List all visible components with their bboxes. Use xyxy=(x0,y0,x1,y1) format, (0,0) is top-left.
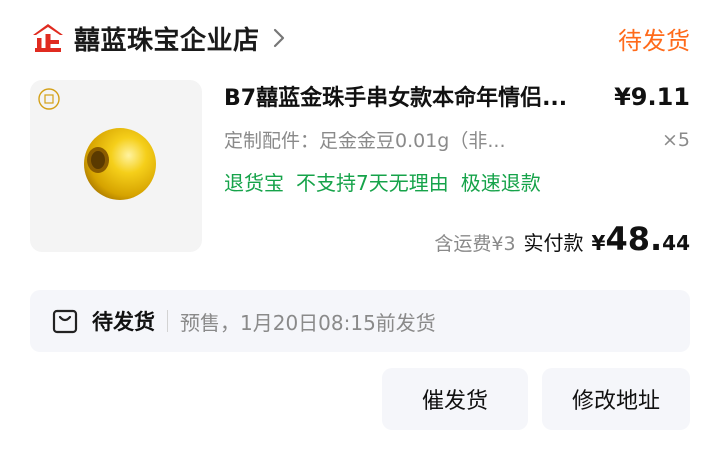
gold-bead-image xyxy=(84,128,156,200)
urge-shipping-button[interactable]: 催发货 xyxy=(382,368,528,430)
tag-return-insurance: 退货宝 xyxy=(224,171,284,195)
shipping-fee: 含运费¥3 xyxy=(434,233,516,255)
product-spec: 定制配件：足金金豆0.01g（非... xyxy=(224,130,506,152)
order-totals: 含运费¥3 实付款 ¥48.44 xyxy=(434,220,690,258)
paid-label: 实付款 xyxy=(523,231,584,255)
store-link[interactable]: 囍蓝珠宝企业店 xyxy=(30,20,286,57)
shipping-notice[interactable]: 待发货 预售，1月20日08:15前发货 xyxy=(30,290,690,352)
paid-integer: 48. xyxy=(605,220,663,258)
unit-price: ¥9.11 xyxy=(614,83,690,111)
chevron-right-icon xyxy=(273,28,284,48)
tag-no-7day-return: 不支持7天无理由 xyxy=(296,171,449,195)
tag-fast-refund: 极速退款 xyxy=(460,171,541,195)
product-title: B7囍蓝金珠手串女款本命年情侣... xyxy=(224,86,568,111)
paid-decimal: 44 xyxy=(662,231,690,255)
store-name: 囍蓝珠宝企业店 xyxy=(74,25,260,56)
brand-mark-icon xyxy=(38,88,60,110)
bag-icon xyxy=(52,309,78,334)
shop-enterprise-icon xyxy=(30,20,66,56)
product-info[interactable]: B7囍蓝金珠手串女款本命年情侣... ¥9.11 定制配件：足金金豆0.01g（… xyxy=(224,80,690,196)
notice-text: 预售，1月20日08:15前发货 xyxy=(180,310,436,335)
service-tags: 退货宝 不支持7天无理由 极速退款 xyxy=(224,167,690,196)
order-header: 囍蓝珠宝企业店 待发货 xyxy=(30,18,690,58)
notice-status: 待发货 xyxy=(92,310,155,334)
paid-amount: ¥48.44 xyxy=(592,220,690,258)
order-status: 待发货 xyxy=(618,26,690,55)
change-address-button[interactable]: 修改地址 xyxy=(542,368,690,430)
paid-currency: ¥ xyxy=(591,231,606,255)
divider xyxy=(167,310,168,332)
product-thumbnail[interactable] xyxy=(30,80,202,252)
quantity: ×5 xyxy=(661,128,690,151)
